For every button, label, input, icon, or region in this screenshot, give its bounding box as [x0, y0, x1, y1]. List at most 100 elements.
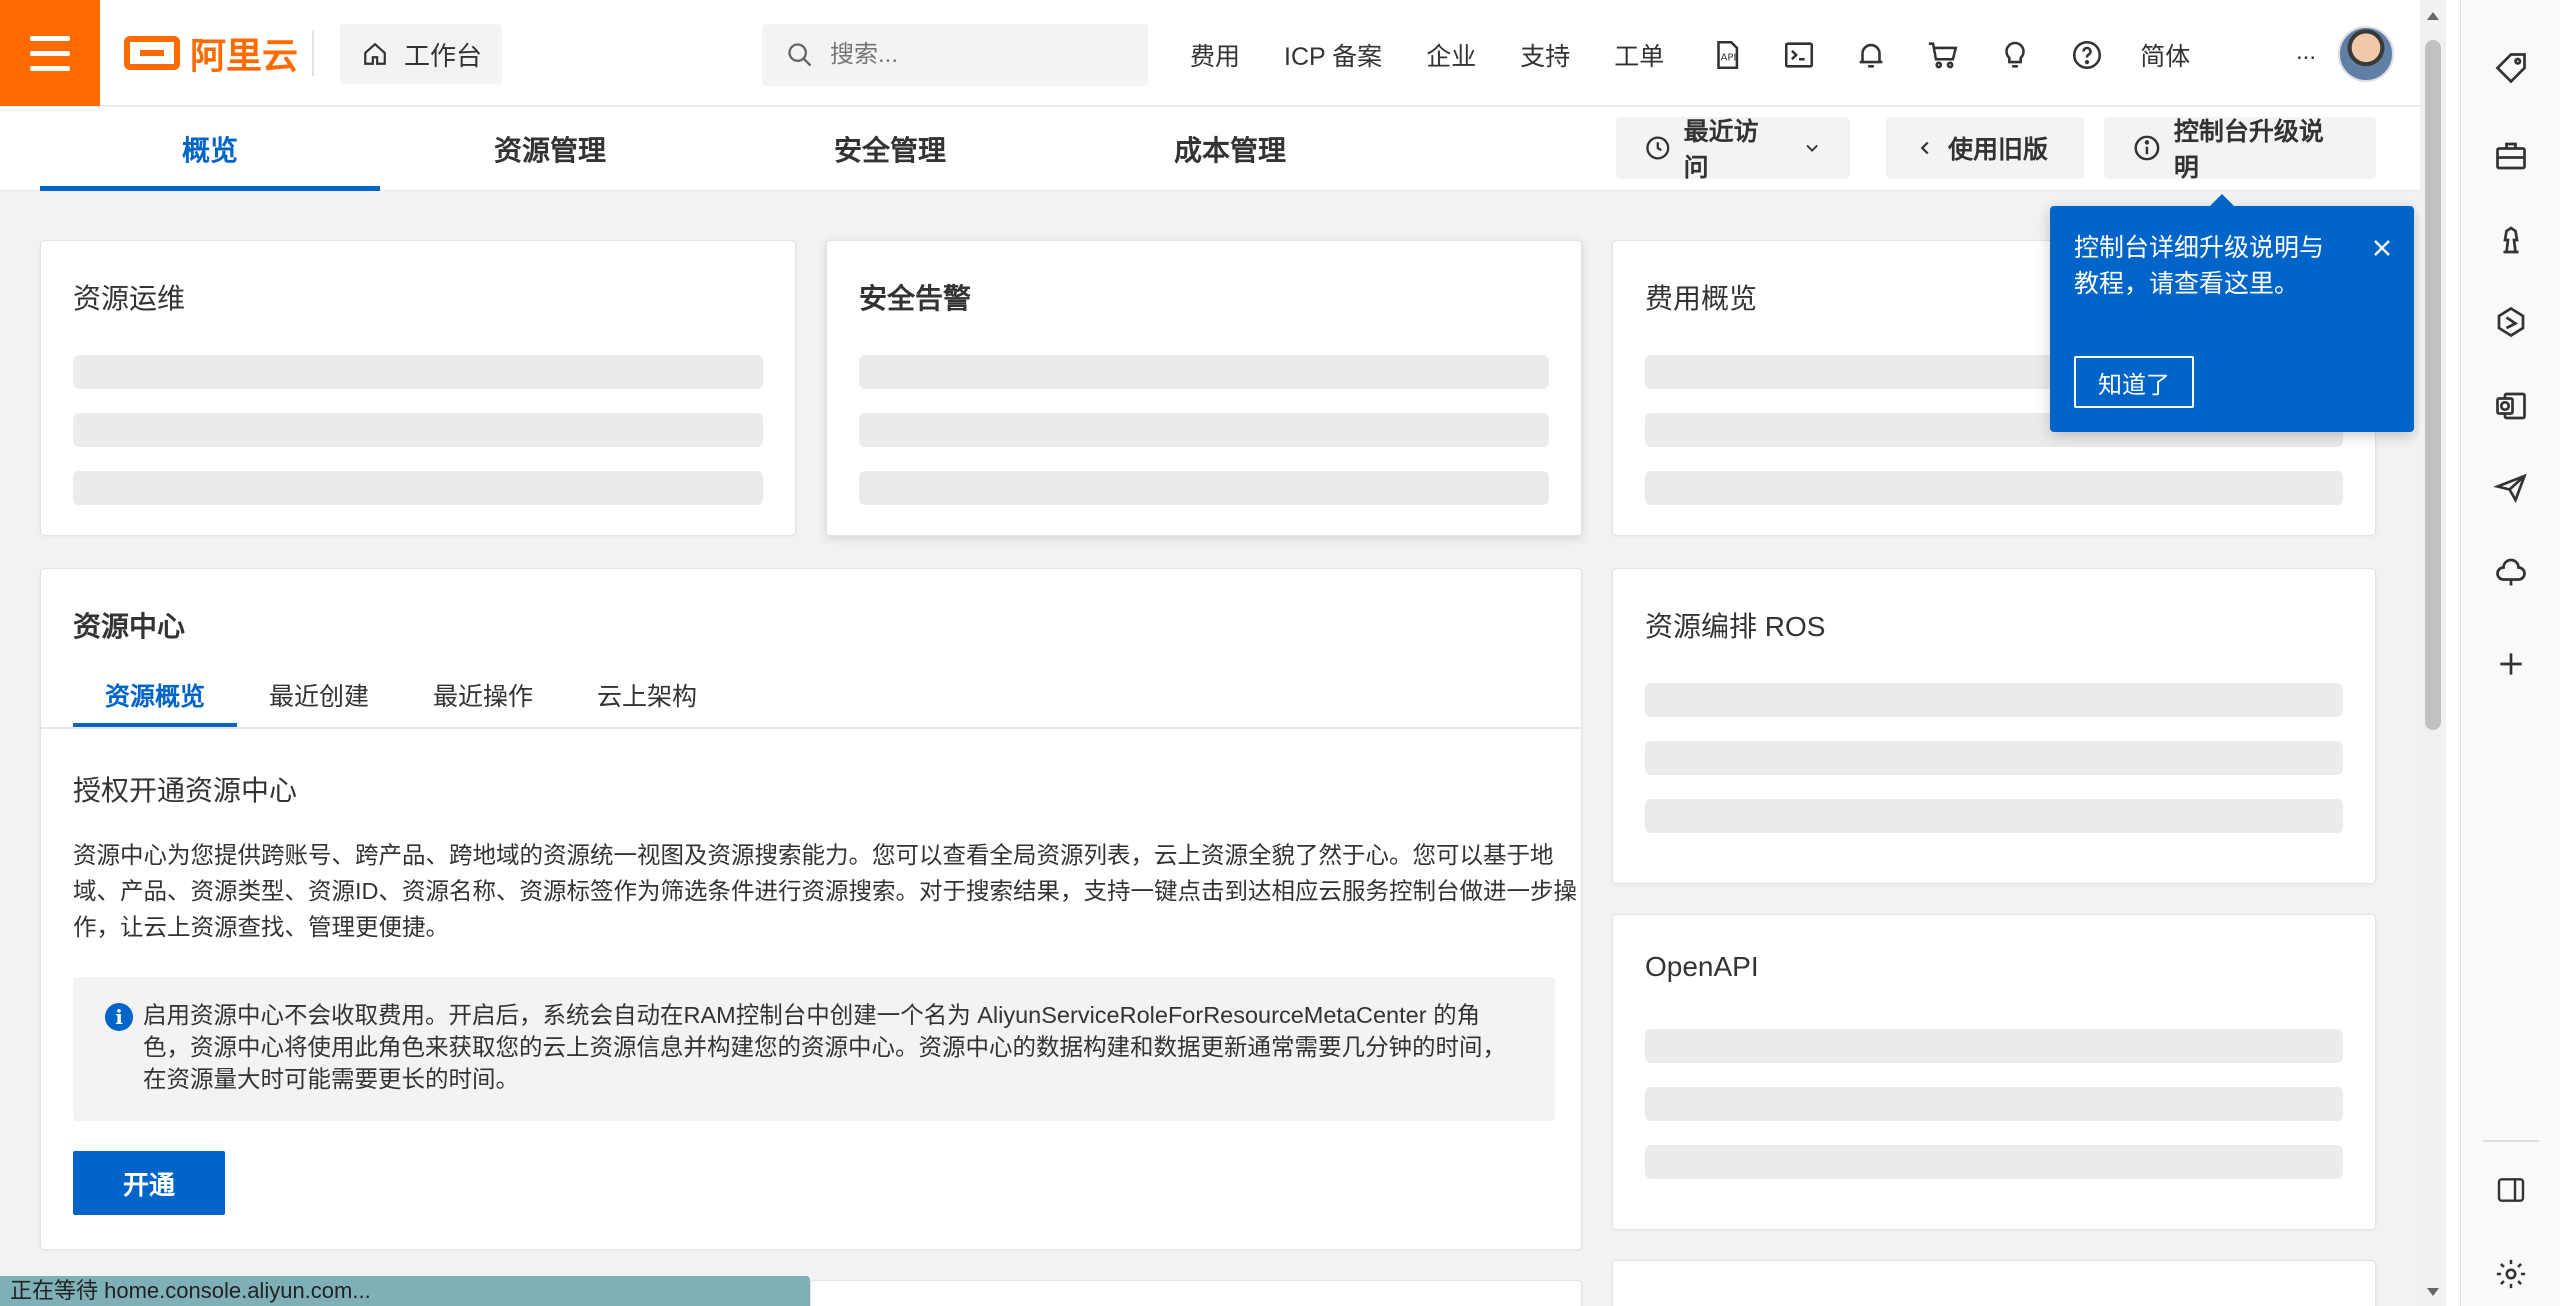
card-title: OpenAPI	[1645, 951, 1759, 982]
upgrade-info-button[interactable]: 控制台升级说明	[2104, 117, 2376, 182]
aliyun-logo[interactable]: 阿里云	[124, 30, 298, 76]
old-version-label: 使用旧版	[1948, 136, 2049, 164]
nav-link-enterprise[interactable]: 企业	[1426, 37, 1476, 73]
search-input[interactable]	[830, 41, 1110, 69]
help-icon[interactable]	[2068, 36, 2106, 74]
skeleton-line	[73, 413, 763, 447]
browser-status-bar: 正在等待 home.console.aliyun.com...	[0, 1276, 810, 1306]
logo-text: 阿里云	[190, 35, 299, 76]
cloud-icon[interactable]	[2491, 552, 2531, 592]
page-scrollbar[interactable]	[2420, 0, 2446, 1306]
home-icon	[364, 42, 386, 65]
api-icon[interactable]: API	[1708, 36, 1746, 74]
skeleton-line	[1645, 1145, 2343, 1179]
enable-button[interactable]: 开通	[73, 1151, 225, 1215]
tabs-divider	[41, 727, 1581, 729]
header-divider	[312, 30, 314, 76]
terminal-icon[interactable]	[1780, 36, 1818, 74]
upgrade-info-label: 控制台升级说明	[2173, 118, 2324, 182]
menu-line	[30, 35, 70, 41]
nav-link-billing[interactable]: 费用	[1190, 37, 1240, 73]
search-icon	[788, 43, 812, 67]
skeleton-line	[1645, 1087, 2343, 1121]
chess-icon[interactable]	[2491, 220, 2531, 260]
nav-link-ticket[interactable]: 工单	[1614, 37, 1664, 73]
language-switch[interactable]: 简体	[2140, 37, 2190, 73]
card-title: 费用概览	[1645, 283, 1758, 314]
card-resource-ops: 资源运维	[40, 240, 796, 536]
user-avatar[interactable]	[2338, 26, 2394, 82]
menu-line	[30, 65, 70, 71]
logo-mark-icon	[124, 36, 180, 70]
bell-icon[interactable]	[1852, 36, 1890, 74]
add-icon[interactable]	[2491, 644, 2531, 684]
info-circle-icon	[2134, 135, 2160, 161]
scroll-thumb[interactable]	[2425, 40, 2441, 730]
skeleton-line	[859, 355, 1549, 389]
card-ros: 资源编排 ROS	[1612, 568, 2376, 884]
card-resource-center: 资源中心 资源概览 最近创建 最近操作 云上架构 授权开通资源中心 资源中心为您…	[40, 568, 1582, 1250]
bulb-icon[interactable]	[1996, 36, 2034, 74]
skeleton-line	[1645, 1029, 2343, 1063]
nav-link-support[interactable]: 支持	[1520, 37, 1570, 73]
card-partial	[1612, 1260, 2376, 1306]
tab-resource-management[interactable]: 资源管理	[380, 107, 720, 191]
search-box[interactable]	[762, 24, 1148, 86]
scroll-up-arrow[interactable]	[2427, 12, 2439, 20]
card-partial	[810, 1280, 1582, 1306]
close-icon[interactable]	[2370, 236, 2394, 260]
main-tabbar: 概览 资源管理 安全管理 成本管理 最近访问 使用旧版 控制台升级说明	[0, 107, 2420, 191]
rc-notice: i 启用资源中心不会收取费用。开启后，系统会自动在RAM控制台中创建一个名为 A…	[73, 977, 1555, 1121]
send-icon[interactable]	[2491, 468, 2531, 508]
more-menu[interactable]: ...	[2296, 38, 2316, 66]
tooltip-text: 控制台详细升级说明与教程，请查看这里。	[2074, 234, 2325, 298]
scroll-down-arrow[interactable]	[2427, 1288, 2439, 1296]
chevron-left-icon	[1920, 141, 1929, 155]
got-it-button[interactable]: 知道了	[2074, 356, 2194, 408]
bing-copilot-icon[interactable]	[2491, 302, 2531, 342]
menu-line	[30, 50, 70, 56]
sidebar-separator	[2483, 1140, 2539, 1142]
skeleton-line	[859, 471, 1549, 505]
workbench-button[interactable]: 工作台	[340, 24, 502, 84]
hamburger-menu-button[interactable]	[0, 0, 100, 106]
skeleton-line	[73, 355, 763, 389]
skeleton-line	[73, 471, 763, 505]
resource-center-tabs: 资源概览 最近创建 最近操作 云上架构	[73, 667, 729, 727]
skeleton-line	[1645, 471, 2343, 505]
rc-tab-overview[interactable]: 资源概览	[73, 667, 238, 727]
skeleton-line	[1645, 683, 2343, 717]
outlook-icon[interactable]	[2491, 386, 2531, 426]
svg-text:API: API	[1721, 53, 1737, 64]
rc-tab-recent-operations[interactable]: 最近操作	[401, 667, 565, 727]
skeleton-line	[859, 413, 1549, 447]
skeleton-line	[1645, 741, 2343, 775]
card-openapi: OpenAPI	[1612, 914, 2376, 1230]
info-icon: i	[105, 1003, 133, 1031]
sidebar-toggle-icon[interactable]	[2491, 1170, 2531, 1210]
tab-cost-management[interactable]: 成本管理	[1060, 107, 1400, 191]
rc-subtitle: 授权开通资源中心	[73, 775, 298, 806]
top-header: 阿里云 工作台 费用 ICP 备案 企业 支持 工单 API 简体	[0, 0, 2420, 106]
rc-notice-text: 启用资源中心不会收取费用。开启后，系统会自动在RAM控制台中创建一个名为 Ali…	[143, 1002, 1506, 1092]
rc-tab-recent-created[interactable]: 最近创建	[237, 667, 401, 727]
settings-gear-icon[interactable]	[2491, 1254, 2531, 1294]
card-title: 资源编排 ROS	[1645, 611, 1826, 642]
browser-sidebar	[2460, 0, 2560, 1306]
upgrade-tooltip: 控制台详细升级说明与教程，请查看这里。 知道了	[2050, 194, 2414, 432]
cart-icon[interactable]	[1924, 36, 1962, 74]
card-security-alert: 安全告警	[826, 240, 1582, 536]
tag-icon[interactable]	[2491, 48, 2531, 88]
workbench-label: 工作台	[404, 40, 483, 71]
recent-visit-dropdown[interactable]: 最近访问	[1616, 117, 1850, 182]
nav-link-icp[interactable]: ICP 备案	[1284, 37, 1382, 73]
recent-visit-label: 最近访问	[1683, 118, 1759, 182]
tab-overview[interactable]: 概览	[40, 107, 380, 191]
card-title: 资源中心	[73, 611, 186, 642]
card-title: 资源运维	[73, 283, 186, 314]
toolbox-icon[interactable]	[2491, 136, 2531, 176]
tab-security-management[interactable]: 安全管理	[720, 107, 1060, 191]
rc-tab-cloud-architecture[interactable]: 云上架构	[565, 667, 729, 727]
old-version-button[interactable]: 使用旧版	[1886, 117, 2084, 179]
chevron-down-icon	[1806, 144, 1818, 152]
